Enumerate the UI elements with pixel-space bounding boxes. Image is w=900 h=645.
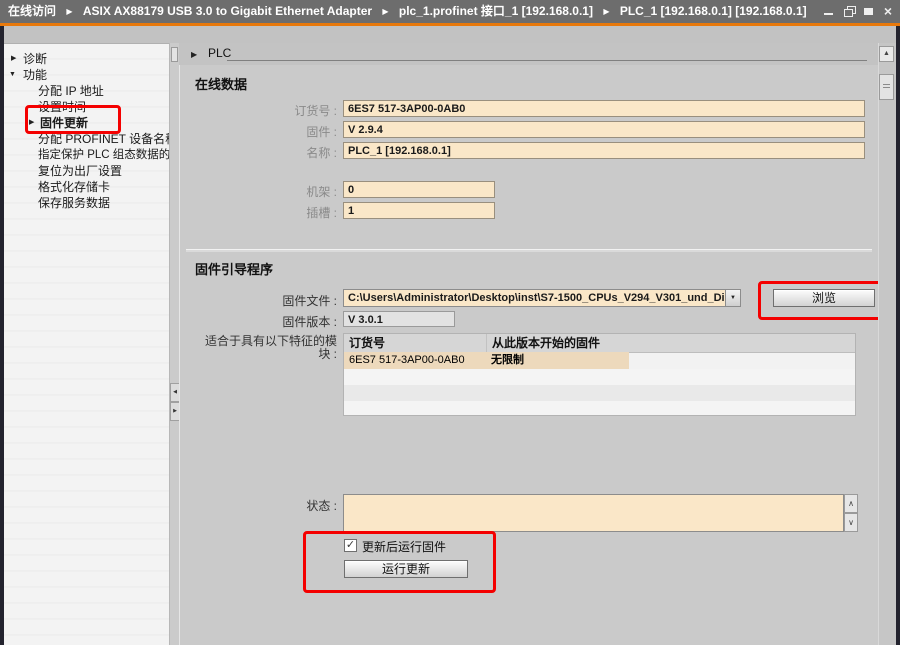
online-access-window: 在线访问 ▶ ASIX AX88179 USB 3.0 to Gigabit E… [0,0,900,645]
name-field: PLC_1 [192.168.0.1] [343,142,865,159]
sidebar-item-assign-ip[interactable]: 分配 IP 地址 [4,83,169,99]
sidebar-item-functions[interactable]: ▼ 功能 [4,67,169,83]
breadcrumb-arrow-icon[interactable]: ▶ [191,50,197,59]
breadcrumb-arrow-icon: ▶ [66,7,72,16]
firmware-file-label: 固件文件 : [179,292,337,309]
name-label: 名称 : [179,144,337,161]
dropdown-arrow-icon[interactable]: ▼ [725,290,740,306]
sidebar-item-assign-profinet-name[interactable]: 分配 PROFINET 设备名称 [4,131,169,147]
firmware-field: V 2.9.4 [343,121,865,138]
status-scroll-down-icon[interactable]: ∨ [844,513,858,532]
title-breadcrumb: 在线访问 ▶ ASIX AX88179 USB 3.0 to Gigabit E… [8,0,807,23]
firmware-version-label: 固件版本 : [179,313,337,330]
splitter-grip[interactable] [171,47,178,62]
col-header-order-number: 订货号 [344,334,491,352]
table-row[interactable]: 6ES7 517-3AP00-0AB0 无限制 [344,352,855,369]
function-tree-sidebar: ▶ 诊断 ▼ 功能 分配 IP 地址 设置时间 ▶ 固件更新 分配 PROFIN… [4,43,169,645]
scrollbar-grip-icon [883,84,890,90]
breadcrumb-arrow-icon: ▶ [603,7,609,16]
rack-field[interactable]: 0 [343,181,495,198]
sidebar-item-save-service-data[interactable]: 保存服务数据 [4,195,169,211]
online-data-heading: 在线数据 [195,74,247,93]
main-breadcrumb-row: ▶ PLC [179,43,878,65]
sidebar-item-firmware-update[interactable]: ▶ 固件更新 [4,115,169,131]
crumb-online-access: 在线访问 [8,4,56,18]
cell-order-number: 6ES7 517-3AP00-0AB0 [344,352,486,369]
chevron-right-icon[interactable]: ▶ [29,115,34,131]
order-number-label: 订货号 : [179,102,337,119]
run-after-update-label[interactable]: 更新后运行固件 [362,538,446,555]
run-after-update-checkbox[interactable]: ✓ [344,539,357,552]
col-header-firmware-from: 从此版本开始的固件 [486,334,634,352]
firmware-file-combobox[interactable]: C:\Users\Administrator\Desktop\inst\S7-1… [343,289,741,307]
table-empty-rows [344,369,855,415]
cell-firmware-from: 无限制 [486,352,629,369]
close-icon[interactable]: × [884,6,892,17]
breadcrumb-rule [227,60,867,61]
suitable-modules-table: 订货号 从此版本开始的固件 6ES7 517-3AP00-0AB0 无限制 [343,333,856,416]
chevron-right-icon[interactable]: ▶ [11,51,16,67]
table-header-row: 订货号 从此版本开始的固件 [344,334,855,353]
firmware-file-path: C:\Users\Administrator\Desktop\inst\S7-1… [348,291,724,306]
status-scroll-up-icon[interactable]: ∧ [844,494,858,513]
accent-line [0,23,900,26]
crumb-interface: plc_1.profinet 接口_1 [192.168.0.1] [399,4,593,18]
crumb-plc: PLC_1 [192.168.0.1] [192.168.0.1] [620,4,807,18]
checkmark-icon: ✓ [346,539,355,551]
status-textarea[interactable] [343,494,844,532]
rack-label: 机架 : [179,183,337,200]
sidebar-item-format-card[interactable]: 格式化存储卡 [4,179,169,195]
main-breadcrumb[interactable]: PLC [208,46,231,60]
sidebar-item-diagnostics[interactable]: ▶ 诊断 [4,51,169,67]
main-scrollbar-track[interactable] [878,43,896,645]
run-update-button[interactable]: 运行更新 [344,560,468,578]
restore-icon[interactable] [844,6,855,17]
status-label: 状态 : [179,497,337,514]
maximize-icon[interactable] [864,6,875,17]
order-number-field: 6ES7 517-3AP00-0AB0 [343,100,865,117]
window-edge-right [896,26,900,645]
sidebar-item-protect-password[interactable]: 指定保护 PLC 组态数据的密码 [4,147,169,163]
section-divider [186,249,872,252]
chevron-down-icon[interactable]: ▼ [9,67,16,83]
minimize-icon[interactable] [824,6,835,17]
firmware-version-field: V 3.0.1 [343,311,455,327]
suitable-modules-label-line2: 块 : [179,345,337,362]
browse-button[interactable]: 浏览 [773,289,875,307]
scrollbar-thumb[interactable] [879,74,894,100]
window-controls: × [824,0,892,23]
scrollbar-up-arrow-icon[interactable]: ▲ [879,46,894,62]
firmware-label: 固件 : [179,123,337,140]
title-bar: 在线访问 ▶ ASIX AX88179 USB 3.0 to Gigabit E… [0,0,900,23]
crumb-adapter: ASIX AX88179 USB 3.0 to Gigabit Ethernet… [83,4,372,18]
firmware-loader-heading: 固件引导程序 [195,259,273,278]
sidebar-item-factory-reset[interactable]: 复位为出厂设置 [4,163,169,179]
breadcrumb-arrow-icon: ▶ [382,7,388,16]
slot-field[interactable]: 1 [343,202,495,219]
sidebar-item-set-time[interactable]: 设置时间 [4,99,169,115]
slot-label: 插槽 : [179,204,337,221]
